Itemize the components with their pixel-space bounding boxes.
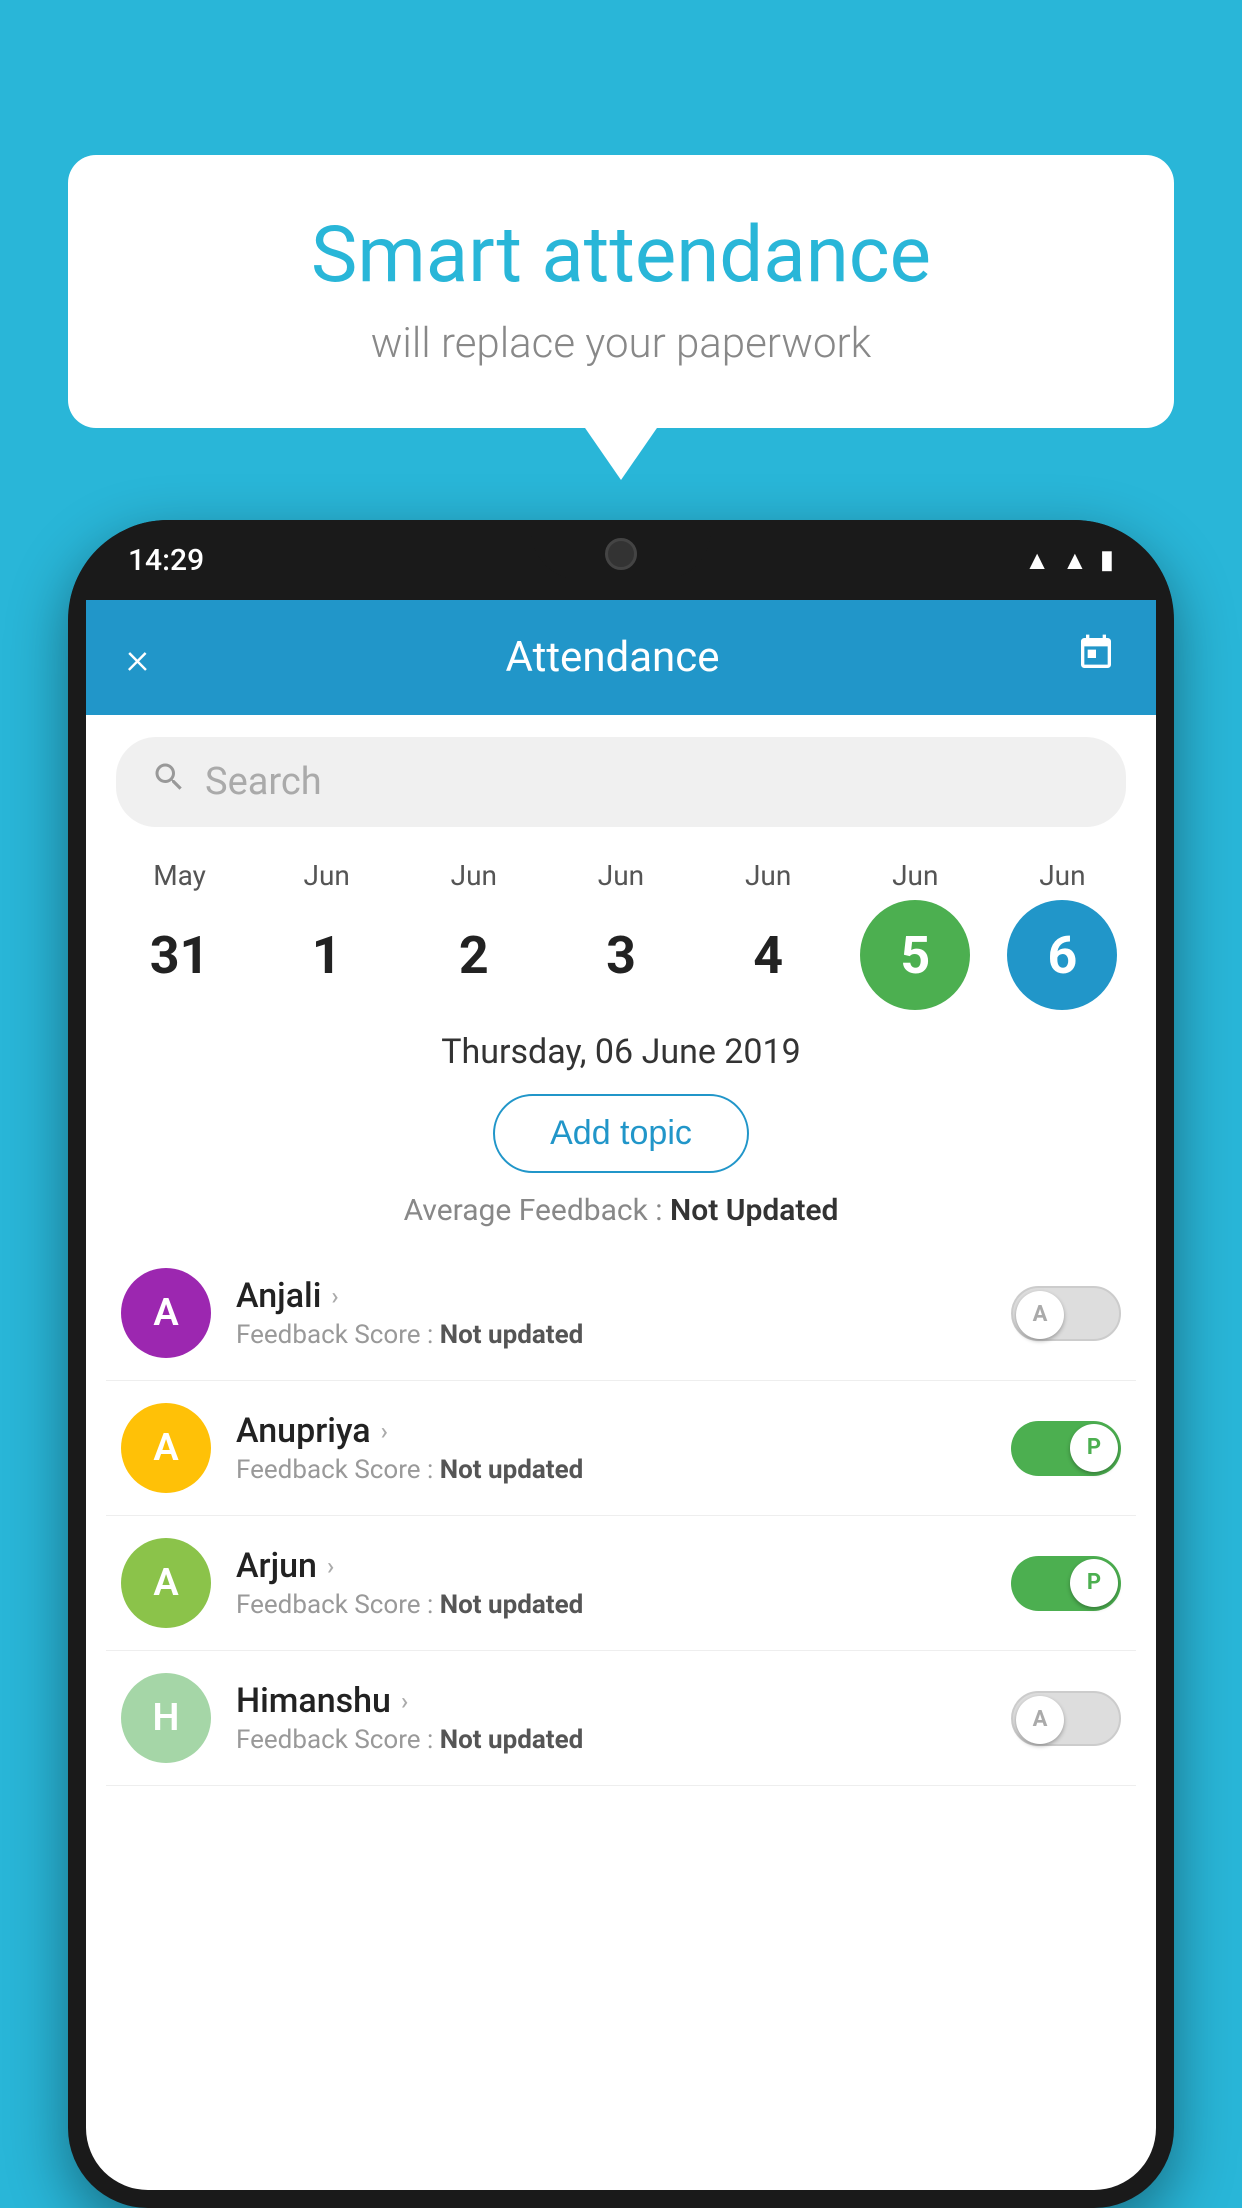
avg-feedback: Average Feedback : Not Updated — [86, 1185, 1156, 1246]
student-item[interactable]: A Anjali › Feedback Score : Not updated A — [106, 1246, 1136, 1381]
student-item[interactable]: H Himanshu › Feedback Score : Not updated A — [106, 1651, 1136, 1786]
calendar-day[interactable]: Jun 2 — [409, 859, 539, 1010]
student-item[interactable]: A Arjun › Feedback Score : Not updated P — [106, 1516, 1136, 1651]
feedback-value: Not updated — [440, 1320, 584, 1350]
toggle-thumb: P — [1070, 1424, 1118, 1472]
chevron-icon: › — [381, 1417, 388, 1445]
search-placeholder: Search — [205, 760, 322, 804]
status-bar: 14:29 ▲ ▲ ▮ — [68, 520, 1174, 600]
cal-month-label: Jun — [1039, 859, 1085, 892]
student-item[interactable]: A Anupriya › Feedback Score : Not updated P — [106, 1381, 1136, 1516]
student-feedback: Feedback Score : Not updated — [236, 1725, 986, 1755]
student-avatar: H — [121, 1673, 211, 1763]
close-button[interactable]: × — [126, 632, 149, 684]
student-avatar: A — [121, 1538, 211, 1628]
cal-date-number[interactable]: 6 — [1007, 900, 1117, 1010]
calendar-day[interactable]: Jun 4 — [703, 859, 833, 1010]
avg-feedback-label: Average Feedback : — [404, 1193, 663, 1228]
wifi-icon: ▲ — [1024, 545, 1050, 576]
cal-date-number[interactable]: 3 — [566, 900, 676, 1010]
cal-month-label: Jun — [598, 859, 644, 892]
attendance-toggle[interactable]: A — [1011, 1286, 1121, 1341]
attendance-toggle[interactable]: P — [1011, 1556, 1121, 1611]
app-header: × Attendance — [86, 600, 1156, 715]
calendar-day[interactable]: Jun 1 — [262, 859, 392, 1010]
cal-date-number[interactable]: 5 — [860, 900, 970, 1010]
student-info: Himanshu › Feedback Score : Not updated — [236, 1681, 986, 1755]
toggle-thumb: A — [1016, 1696, 1064, 1744]
status-icons: ▲ ▲ ▮ — [1024, 545, 1114, 576]
avg-feedback-value: Not Updated — [670, 1193, 838, 1228]
student-info: Anupriya › Feedback Score : Not updated — [236, 1411, 986, 1485]
student-list: AAnjali ›Feedback Score : Not updatedAAA… — [86, 1246, 1156, 1786]
student-info: Arjun › Feedback Score : Not updated — [236, 1546, 986, 1620]
bubble-title: Smart attendance — [128, 210, 1114, 301]
cal-month-label: May — [153, 859, 206, 892]
search-icon — [151, 759, 187, 805]
status-time: 14:29 — [128, 543, 204, 578]
toggle-track: P — [1011, 1556, 1121, 1611]
phone-notch — [531, 520, 711, 580]
chevron-icon: › — [401, 1687, 408, 1715]
cal-month-label: Jun — [892, 859, 938, 892]
app-screen: × Attendance Search May31Jun1Jun2Jun3Jun… — [86, 600, 1156, 2190]
toggle-track: A — [1011, 1691, 1121, 1746]
feedback-value: Not updated — [440, 1725, 584, 1755]
signal-icon: ▲ — [1062, 545, 1088, 576]
chevron-icon: › — [327, 1552, 334, 1580]
cal-date-number[interactable]: 31 — [125, 900, 235, 1010]
feedback-value: Not updated — [440, 1455, 584, 1485]
student-feedback: Feedback Score : Not updated — [236, 1320, 986, 1350]
student-feedback: Feedback Score : Not updated — [236, 1455, 986, 1485]
calendar-day[interactable]: May 31 — [115, 859, 245, 1010]
cal-month-label: Jun — [304, 859, 350, 892]
attendance-toggle[interactable]: A — [1011, 1691, 1121, 1746]
toggle-track: P — [1011, 1421, 1121, 1476]
cal-date-number[interactable]: 1 — [272, 900, 382, 1010]
calendar-icon[interactable] — [1076, 633, 1116, 683]
student-avatar: A — [121, 1268, 211, 1358]
toggle-track: A — [1011, 1286, 1121, 1341]
battery-icon: ▮ — [1100, 545, 1114, 575]
calendar-day[interactable]: Jun 5 — [850, 859, 980, 1010]
selected-date: Thursday, 06 June 2019 — [86, 1010, 1156, 1082]
calendar-day[interactable]: Jun 3 — [556, 859, 686, 1010]
cal-month-label: Jun — [451, 859, 497, 892]
cal-month-label: Jun — [745, 859, 791, 892]
speech-bubble: Smart attendance will replace your paper… — [68, 155, 1174, 428]
student-name: Arjun › — [236, 1546, 986, 1586]
cal-date-number[interactable]: 4 — [713, 900, 823, 1010]
feedback-value: Not updated — [440, 1590, 584, 1620]
search-bar[interactable]: Search — [116, 737, 1126, 827]
student-avatar: A — [121, 1403, 211, 1493]
calendar-row: May 31 Jun 1 Jun 2 Jun 3 Jun 4 Jun 5 Jun 6 — [86, 849, 1156, 1010]
student-feedback: Feedback Score : Not updated — [236, 1590, 986, 1620]
calendar-day[interactable]: Jun 6 — [997, 859, 1127, 1010]
app-title: Attendance — [149, 633, 1076, 682]
phone-frame: 14:29 ▲ ▲ ▮ × Attendance — [68, 520, 1174, 2208]
student-name: Anjali › — [236, 1276, 986, 1316]
attendance-toggle[interactable]: P — [1011, 1421, 1121, 1476]
cal-date-number[interactable]: 2 — [419, 900, 529, 1010]
student-name: Himanshu › — [236, 1681, 986, 1721]
toggle-thumb: A — [1016, 1291, 1064, 1339]
student-info: Anjali › Feedback Score : Not updated — [236, 1276, 986, 1350]
toggle-thumb: P — [1070, 1559, 1118, 1607]
add-topic-button[interactable]: Add topic — [493, 1094, 749, 1173]
phone-camera — [605, 538, 637, 570]
bubble-subtitle: will replace your paperwork — [128, 319, 1114, 368]
student-name: Anupriya › — [236, 1411, 986, 1451]
chevron-icon: › — [331, 1282, 338, 1310]
